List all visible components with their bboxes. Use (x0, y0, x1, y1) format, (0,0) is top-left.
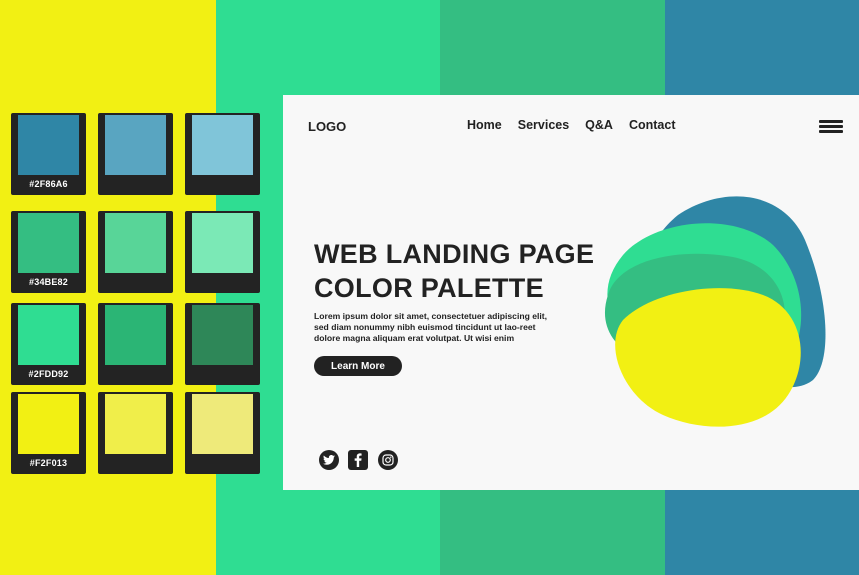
swatch (98, 113, 173, 195)
learn-more-button[interactable]: Learn More (314, 356, 402, 376)
decorative-color-blobs (604, 196, 826, 427)
hero-body-text: Lorem ipsum dolor sit amet, consectetuer… (314, 311, 548, 343)
swatch-color (18, 394, 79, 454)
landing-page-preview: LOGO Home Services Q&A Contact WEB LANDI… (283, 95, 859, 490)
swatch (185, 113, 260, 195)
swatch: #2FDD92 (11, 303, 86, 385)
swatch-color (192, 213, 253, 273)
swatch-hex-label: #2FDD92 (28, 369, 69, 379)
hero-title-line-2: COLOR PALETTE (314, 273, 544, 303)
nav-link-services[interactable]: Services (518, 118, 569, 132)
swatch: #F2F013 (11, 392, 86, 474)
swatch (185, 392, 260, 474)
swatch-color (192, 305, 253, 365)
logo[interactable]: LOGO (308, 119, 346, 134)
nav-link-contact[interactable]: Contact (629, 118, 676, 132)
swatch (185, 303, 260, 385)
swatch-hex-label: #2F86A6 (29, 179, 68, 189)
swatch-color (105, 115, 166, 175)
hero-title-line-1: WEB LANDING PAGE (314, 239, 595, 269)
swatch (98, 303, 173, 385)
swatch: #2F86A6 (11, 113, 86, 195)
swatch-color (192, 394, 253, 454)
swatch (98, 211, 173, 293)
main-nav: Home Services Q&A Contact (467, 118, 675, 132)
swatch-color (105, 305, 166, 365)
swatch-color (192, 115, 253, 175)
twitter-icon[interactable] (319, 450, 339, 470)
swatch-color (105, 213, 166, 273)
hamburger-menu-icon[interactable] (819, 120, 843, 133)
nav-link-home[interactable]: Home (467, 118, 502, 132)
swatch-hex-label: #F2F013 (29, 458, 68, 468)
swatch (185, 211, 260, 293)
nav-link-qa[interactable]: Q&A (585, 118, 613, 132)
blob-yellow (615, 288, 801, 427)
swatch-hex-label: #34BE82 (29, 277, 68, 287)
swatch-color (18, 115, 79, 175)
swatch-color (18, 305, 79, 365)
swatch-color (18, 213, 79, 273)
swatch: #34BE82 (11, 211, 86, 293)
swatch-color (105, 394, 166, 454)
facebook-icon[interactable] (348, 450, 368, 470)
hero-title: WEB LANDING PAGE COLOR PALETTE (314, 237, 594, 305)
swatch (98, 392, 173, 474)
instagram-icon[interactable] (378, 450, 398, 470)
